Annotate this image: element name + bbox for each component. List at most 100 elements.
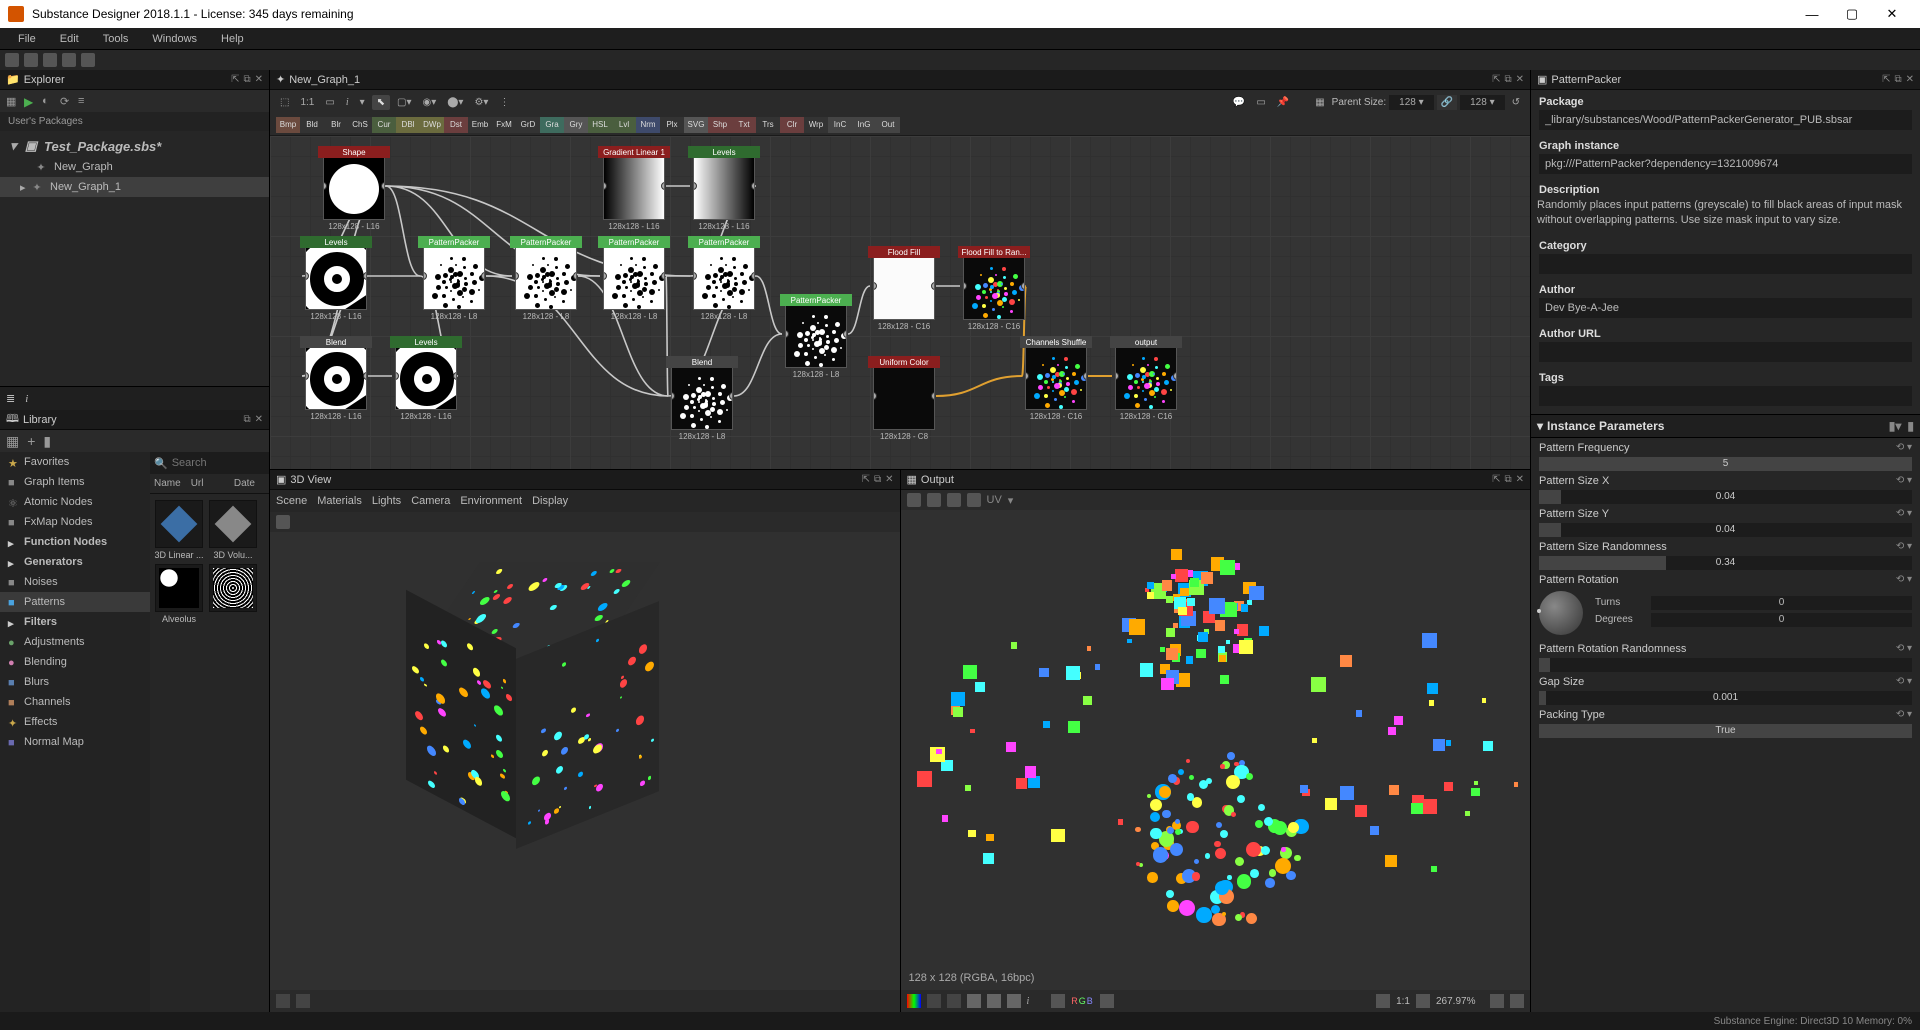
library-category[interactable]: ●Adjustments: [0, 632, 150, 652]
view3d-menu-environment[interactable]: Environment: [460, 495, 522, 507]
view3d-tool-icon[interactable]: [276, 515, 290, 529]
output-tool-icon[interactable]: [947, 493, 961, 507]
param-slider[interactable]: 0.34: [1539, 556, 1912, 570]
tool-icon[interactable]: ⬚: [276, 95, 293, 110]
toolbar-icon[interactable]: ◐: [42, 95, 54, 107]
toolbar-icon[interactable]: [62, 53, 76, 67]
palette-chip[interactable]: InG: [852, 117, 876, 133]
degrees-field[interactable]: 0: [1651, 613, 1912, 627]
close-button[interactable]: ✕: [1872, 6, 1912, 22]
tool-icon[interactable]: i: [342, 95, 353, 110]
node-output-port[interactable]: [1173, 372, 1177, 380]
select-tool-icon[interactable]: ⬉: [372, 95, 390, 110]
toolbar-icon[interactable]: ≡: [78, 95, 90, 107]
tool-icon[interactable]: ▭: [321, 95, 338, 110]
play-icon[interactable]: ▶: [24, 95, 36, 107]
output-tool-icon[interactable]: [967, 493, 981, 507]
tree-graph-selected[interactable]: ▸ ✦ New_Graph_1: [0, 177, 269, 197]
panel-close-icon[interactable]: ✕: [255, 74, 263, 85]
view3d-footer-icon[interactable]: [296, 994, 310, 1008]
zoom-out-icon[interactable]: [1416, 994, 1430, 1008]
panel-float-icon[interactable]: ⧉: [1894, 74, 1901, 85]
graph-node-chshuf[interactable]: Channels Shuffle128x128 - C16: [1020, 336, 1092, 421]
library-category[interactable]: ▸Filters: [0, 612, 150, 632]
maximize-button[interactable]: ▢: [1832, 6, 1872, 22]
node-output-port[interactable]: [381, 182, 385, 190]
histogram-icon[interactable]: [1051, 994, 1065, 1008]
panel-pin-icon[interactable]: ⇱: [1882, 74, 1890, 85]
menu-help[interactable]: Help: [209, 31, 256, 47]
palette-chip[interactable]: Wrp: [804, 117, 828, 133]
section-tool-icon[interactable]: ▮: [1907, 419, 1914, 433]
package-path-field[interactable]: [1539, 110, 1912, 130]
toolbar-icon[interactable]: ▦: [6, 95, 18, 107]
panel-float-icon[interactable]: ⧉: [1504, 74, 1511, 85]
palette-chip[interactable]: Trs: [756, 117, 780, 133]
view3d-menu-lights[interactable]: Lights: [372, 495, 401, 507]
graph-node-pp2[interactable]: PatternPacker128x128 - L8: [510, 236, 582, 321]
panel-close-icon[interactable]: ✕: [885, 474, 893, 485]
col-url[interactable]: Url: [191, 478, 204, 489]
param-slider[interactable]: 0.04: [1539, 523, 1912, 537]
palette-chip[interactable]: Emb: [468, 117, 492, 133]
palette-chip[interactable]: Clr: [780, 117, 804, 133]
palette-chip[interactable]: Gra: [540, 117, 564, 133]
library-item[interactable]: [207, 564, 259, 614]
node-output-port[interactable]: [931, 392, 935, 400]
param-ops-icon[interactable]: ⟲ ▾: [1896, 574, 1912, 585]
toolbar-icon[interactable]: [24, 53, 38, 67]
output-uv-label[interactable]: UV: [987, 494, 1002, 506]
author-url-field[interactable]: [1539, 342, 1912, 362]
graph-node-pp5[interactable]: PatternPacker128x128 - L8: [780, 294, 852, 379]
node-output-port[interactable]: [661, 182, 665, 190]
rgb-label[interactable]: RGB: [1071, 996, 1094, 1006]
toolbar-icon[interactable]: ▦: [6, 433, 19, 450]
author-field[interactable]: [1539, 298, 1912, 318]
graph-node-grad[interactable]: Gradient Linear 1128x128 - L16: [598, 146, 670, 231]
zoom-in-icon[interactable]: [1490, 994, 1504, 1008]
link-icon[interactable]: 🔗: [1437, 95, 1457, 110]
rotation-control[interactable]: Turns0 Degrees0: [1531, 589, 1920, 639]
panel-float-icon[interactable]: ⧉: [874, 474, 881, 485]
gear-icon[interactable]: ⚙▾: [470, 95, 492, 110]
view3d-menu-display[interactable]: Display: [532, 495, 568, 507]
view3d-menu-scene[interactable]: Scene: [276, 495, 307, 507]
palette-chip[interactable]: Lvl: [612, 117, 636, 133]
section-tool-icon[interactable]: ▮▾: [1889, 419, 1902, 433]
chevron-down-icon[interactable]: ▾: [10, 138, 20, 154]
palette-chip[interactable]: Out: [876, 117, 900, 133]
graph-node-fillrand[interactable]: Flood Fill to Ran...128x128 - C16: [958, 246, 1030, 331]
panel-float-icon[interactable]: ⧉: [243, 414, 250, 425]
tool-icon[interactable]: ▦: [1311, 95, 1328, 110]
param-slider[interactable]: 0.04: [1539, 490, 1912, 504]
library-category[interactable]: ■Noises: [0, 572, 150, 592]
node-output-port[interactable]: [729, 392, 733, 400]
param-ops-icon[interactable]: ⟲ ▾: [1896, 541, 1912, 552]
graph-node-pp3[interactable]: PatternPacker128x128 - L8: [598, 236, 670, 321]
graph-instance-field[interactable]: [1539, 154, 1912, 174]
library-category[interactable]: ■Graph Items: [0, 472, 150, 492]
panel-float-icon[interactable]: ⧉: [1504, 474, 1511, 485]
tool-icon[interactable]: [1100, 994, 1114, 1008]
tool-icon[interactable]: 📌: [1273, 95, 1293, 110]
library-category[interactable]: ■Normal Map: [0, 732, 150, 752]
palette-chip[interactable]: FxM: [492, 117, 516, 133]
col-name[interactable]: Name: [154, 478, 181, 489]
palette-chip[interactable]: Cur: [372, 117, 396, 133]
panel-pin-icon[interactable]: ⇱: [1492, 474, 1500, 485]
palette-chip[interactable]: Blr: [324, 117, 348, 133]
node-output-port[interactable]: [1083, 372, 1087, 380]
node-output-port[interactable]: [481, 272, 485, 280]
graph-node-pp4[interactable]: PatternPacker128x128 - L8: [688, 236, 760, 321]
palette-chip[interactable]: GrD: [516, 117, 540, 133]
param-slider[interactable]: 0.001: [1539, 691, 1912, 705]
panel-float-icon[interactable]: ⧉: [243, 74, 250, 85]
library-item[interactable]: 3D Volu...: [207, 500, 259, 560]
palette-chip[interactable]: Dst: [444, 117, 468, 133]
info-icon[interactable]: i: [1027, 996, 1030, 1007]
library-category[interactable]: ★Favorites: [0, 452, 150, 472]
palette-chip[interactable]: DBl: [396, 117, 420, 133]
palette-chip[interactable]: Shp: [708, 117, 732, 133]
rotation-dial[interactable]: [1539, 591, 1583, 635]
view3d-menu-camera[interactable]: Camera: [411, 495, 450, 507]
